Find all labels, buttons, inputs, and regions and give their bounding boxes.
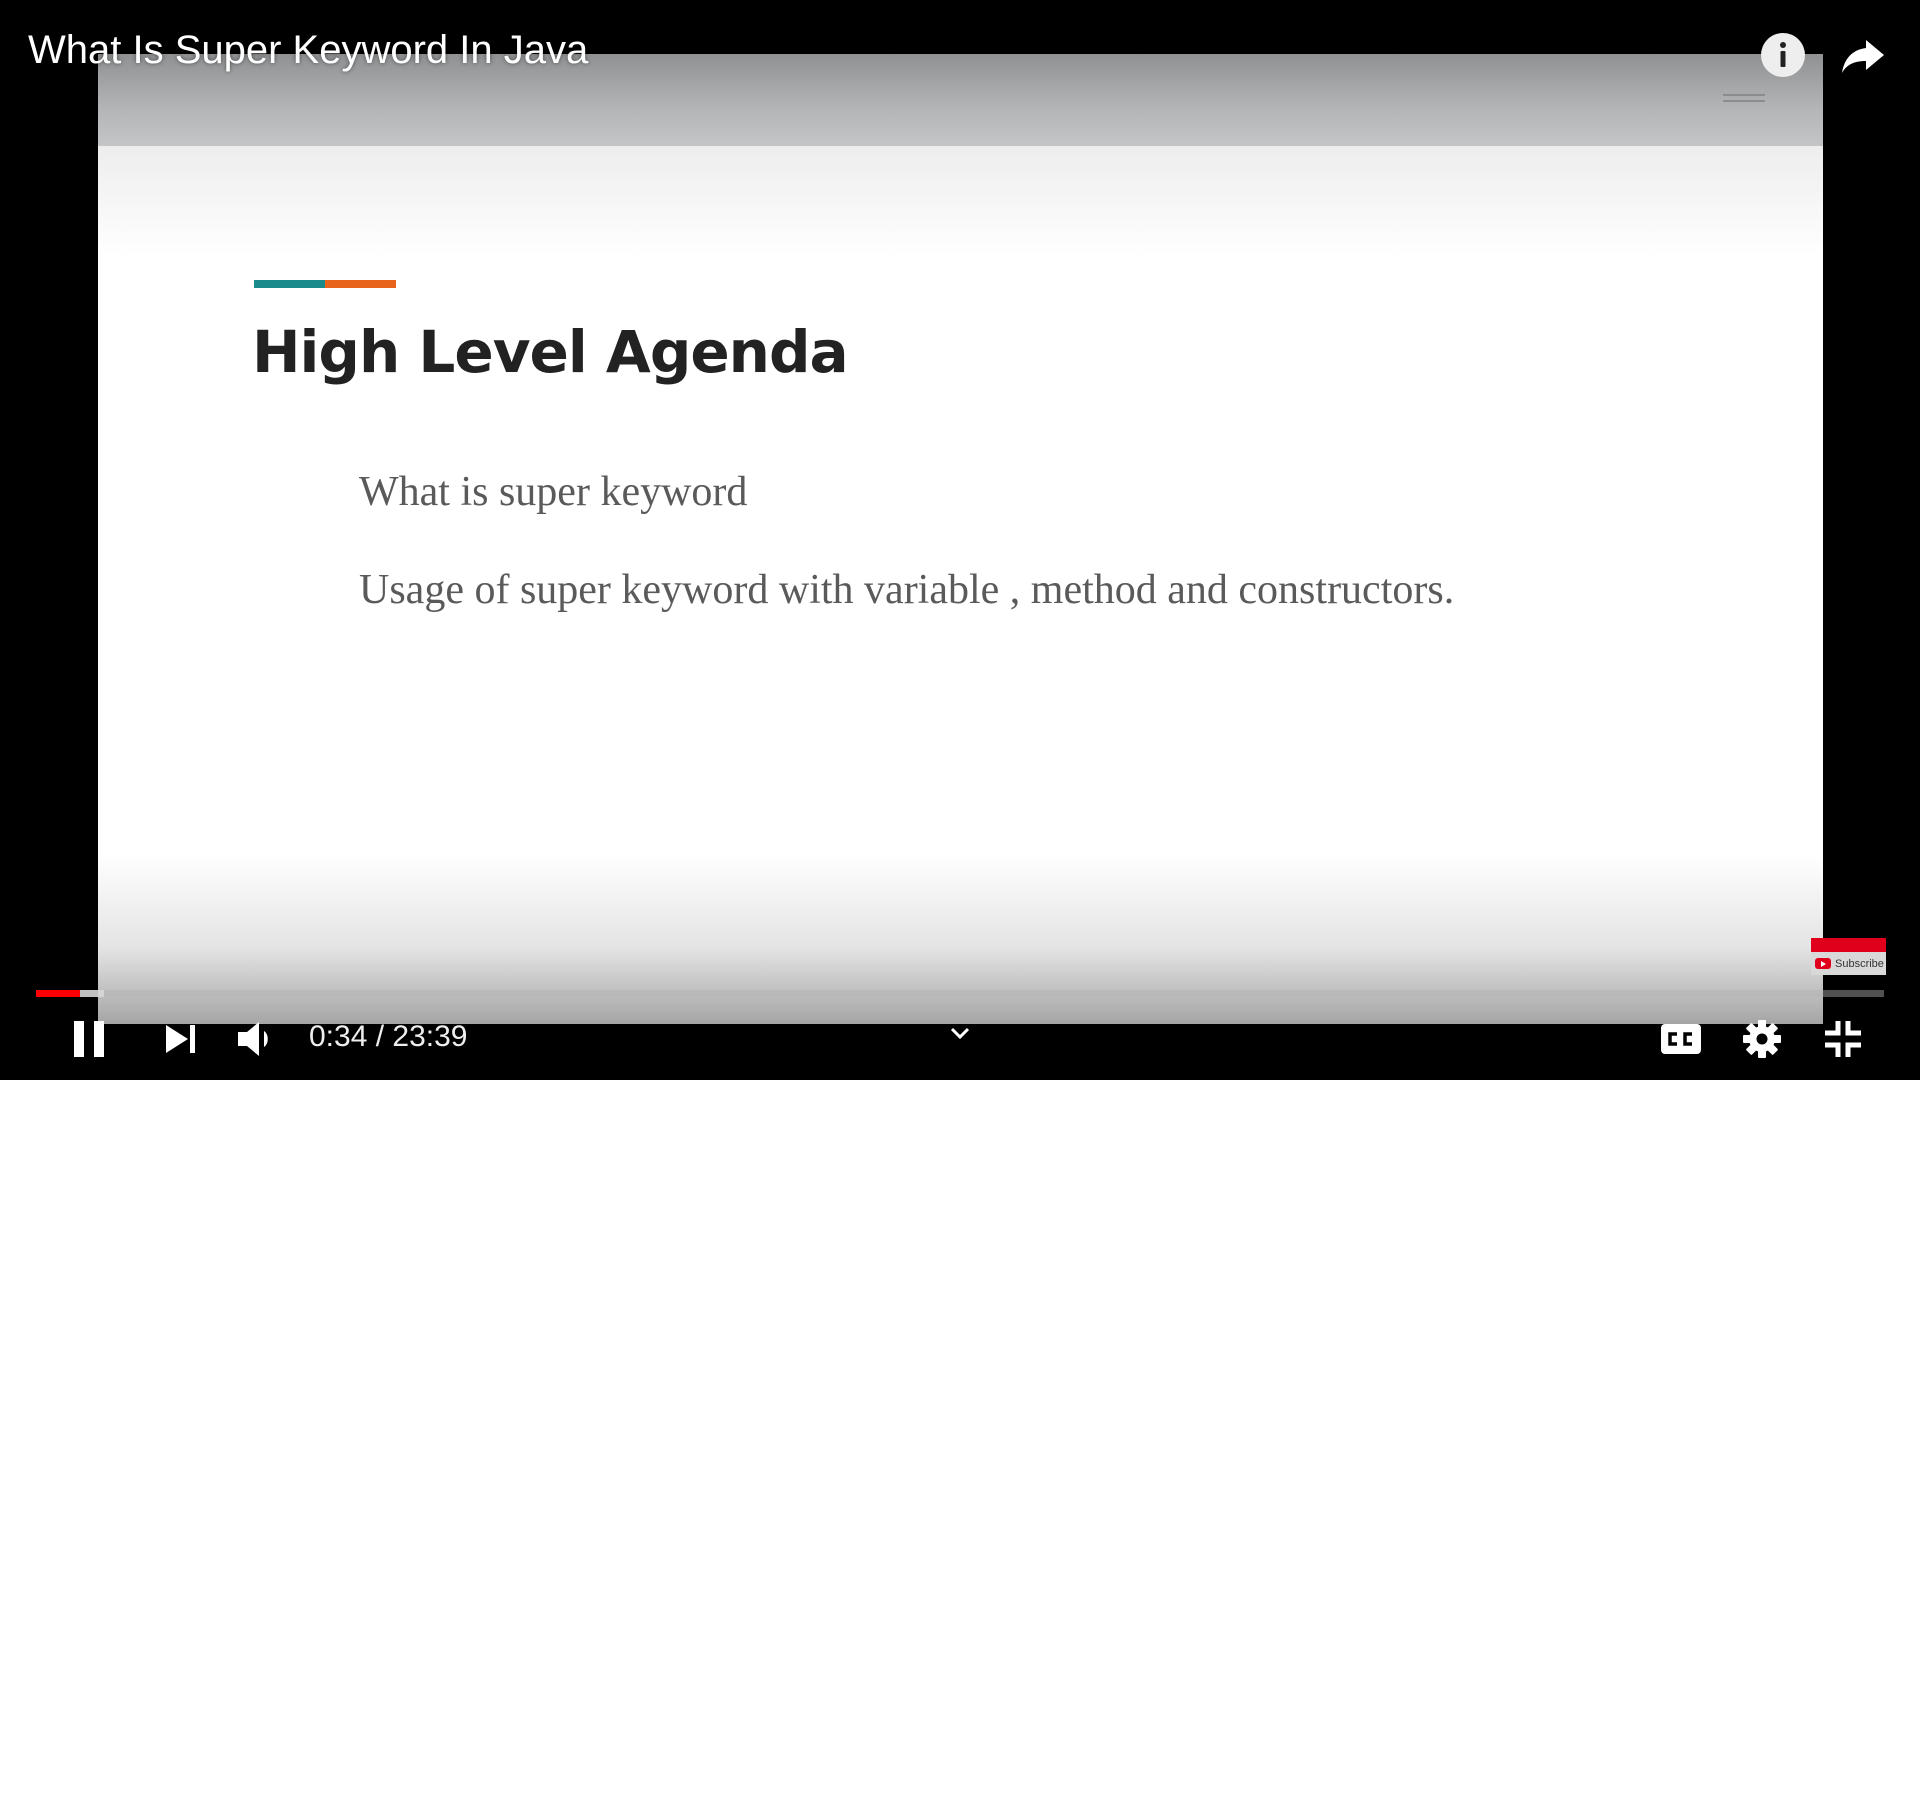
chevron-down-icon [950,1027,970,1040]
watermark-banner [1811,938,1886,952]
share-icon[interactable] [1836,28,1890,82]
volume-icon [238,1022,268,1056]
slide-accent-bar [254,280,396,288]
subscribe-watermark[interactable]: Subscribe [1811,938,1886,975]
accent-orange [325,280,396,288]
volume-button[interactable] [234,1018,280,1060]
pause-icon [74,1021,104,1057]
time-display: 0:34 / 23:39 [309,1020,468,1053]
next-icon [166,1025,195,1053]
info-icon[interactable] [1756,28,1810,82]
slide-title: High Level Agenda [252,318,849,386]
next-button[interactable] [162,1020,200,1058]
settings-button[interactable] [1742,1019,1782,1059]
progress-bar[interactable] [36,990,1884,997]
accent-teal [254,280,325,288]
gear-icon [1743,1020,1781,1058]
captions-icon [1661,1024,1701,1054]
slide-menu-icon [1723,94,1765,108]
exit-fullscreen-icon [1825,1021,1861,1057]
subscribe-label: Subscribe [1835,957,1884,970]
agenda-item: Usage of super keyword with variable , m… [359,567,1455,613]
pause-button[interactable] [70,1018,110,1060]
progress-played [36,990,81,997]
video-frame-slide: High Level Agenda What is super keyword … [98,54,1823,1024]
agenda-item: What is super keyword [359,469,748,515]
youtube-logo-icon [1815,958,1831,969]
watermark-body: Subscribe [1811,952,1886,975]
controls-gradient [98,854,1823,1024]
captions-button[interactable] [1660,1022,1702,1056]
chevron-down-button[interactable] [946,1024,974,1044]
slide-header-fade [98,146,1823,256]
video-player[interactable]: High Level Agenda What is super keyword … [0,0,1920,1080]
video-title[interactable]: What Is Super Keyword In Java [28,28,588,73]
exit-fullscreen-button[interactable] [1822,1019,1864,1059]
